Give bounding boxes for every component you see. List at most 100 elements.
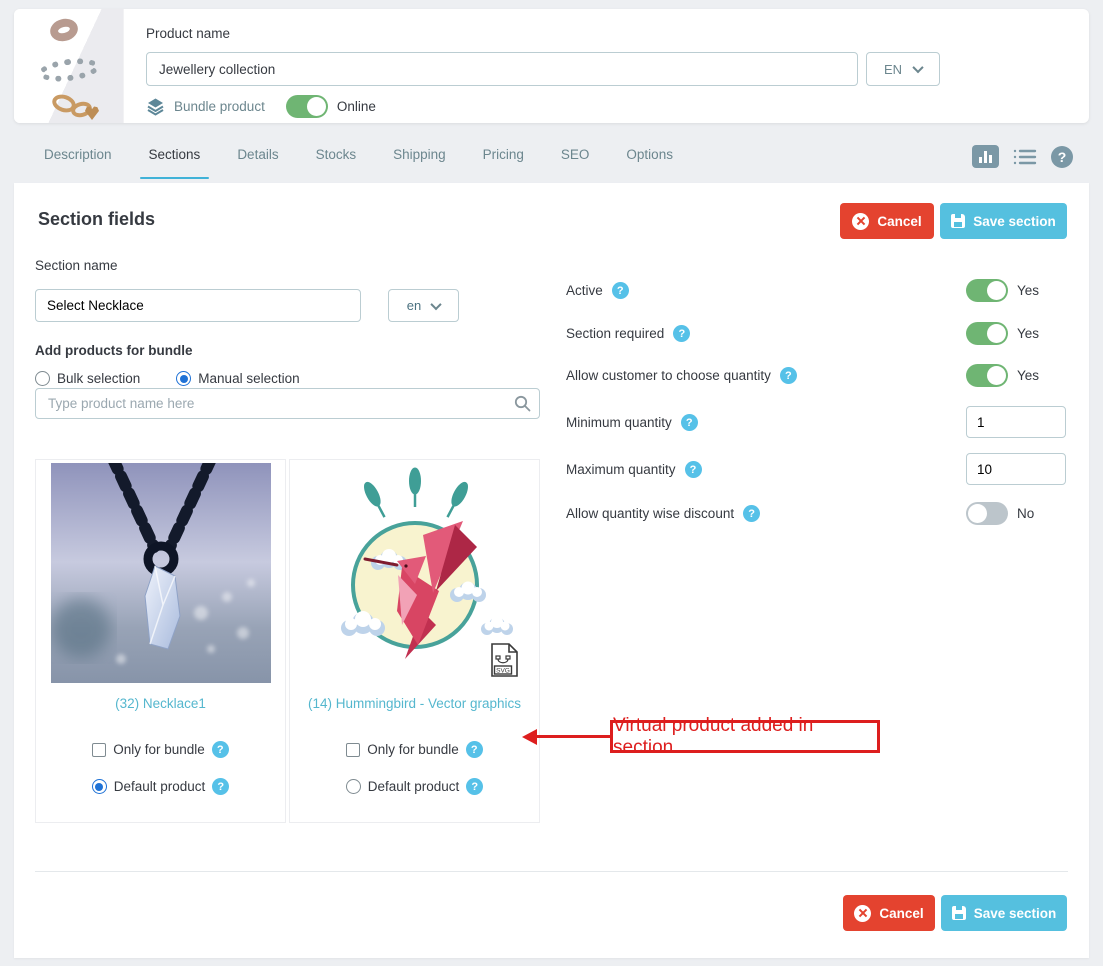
product-name-input[interactable]: [146, 52, 858, 86]
bulk-selection-label: Bulk selection: [57, 371, 141, 386]
manual-selection-option[interactable]: Manual selection: [176, 371, 300, 386]
product-card-hummingbird: SVG (14) Hummingbird - Vector graphics O…: [289, 459, 540, 823]
maximum-quantity-input[interactable]: [966, 453, 1066, 485]
product-header: Product name EN Bundle product Online: [14, 9, 1089, 123]
toggle-knob: [987, 324, 1006, 343]
online-toggle[interactable]: [285, 94, 328, 118]
bracelet-image: [36, 55, 102, 85]
setting-minimum-quantity: Minimum quantity: [566, 406, 1067, 438]
default-product-radio[interactable]: [345, 779, 361, 794]
product-search: [35, 388, 540, 419]
only-for-bundle-label: Only for bundle: [367, 742, 459, 757]
bulk-selection-option[interactable]: Bulk selection: [35, 371, 140, 386]
tab-shipping[interactable]: Shipping: [393, 139, 446, 179]
only-for-bundle-checkbox[interactable]: [346, 742, 361, 757]
annotation-arrow-line: [536, 735, 613, 738]
section-name-input[interactable]: [35, 289, 361, 322]
svg-badge-text: SVG: [496, 668, 510, 675]
help-icon[interactable]: [211, 741, 229, 758]
bar-chart-icon[interactable]: [972, 145, 999, 168]
help-icon[interactable]: [673, 325, 691, 342]
help-icon[interactable]: [779, 367, 797, 384]
help-icon[interactable]: [212, 778, 230, 795]
language-selector[interactable]: EN: [866, 52, 940, 86]
allow-choose-quantity-toggle[interactable]: [966, 364, 1008, 387]
default-product-label: Default product: [367, 779, 460, 794]
active-value: Yes: [1017, 283, 1040, 298]
allow-quantity-discount-label: Allow quantity wise discount: [566, 506, 735, 521]
bundle-layers-icon: [147, 98, 164, 116]
toggle-knob: [306, 96, 326, 116]
tab-options[interactable]: Options: [626, 139, 673, 179]
save-icon: [951, 214, 966, 228]
section-language-value: en: [406, 298, 422, 313]
save-icon: [951, 906, 966, 920]
only-for-bundle-label: Only for bundle: [113, 742, 205, 757]
active-toggle[interactable]: [966, 279, 1008, 302]
cancel-button[interactable]: Cancel: [840, 203, 934, 239]
product-search-input[interactable]: [35, 388, 540, 419]
bar: [979, 157, 982, 163]
save-section-button-bottom[interactable]: Save section: [941, 895, 1067, 931]
toggle-knob: [987, 281, 1006, 300]
section-required-label: Section required: [566, 326, 665, 341]
tab-description[interactable]: Description: [44, 139, 112, 179]
hummingbird-product-image[interactable]: SVG: [304, 463, 525, 683]
help-icon[interactable]: [680, 414, 698, 431]
save-label: Save section: [973, 213, 1056, 229]
section-language-selector[interactable]: en: [388, 289, 459, 322]
annotation-arrow-head: [522, 729, 537, 745]
help-icon[interactable]: [1051, 145, 1073, 168]
toggle-knob: [968, 504, 987, 523]
help-icon[interactable]: [684, 461, 702, 478]
selection-mode-radios: Bulk selection Manual selection: [35, 371, 300, 386]
help-icon[interactable]: [611, 282, 629, 299]
bar: [989, 155, 992, 163]
radio-unselected[interactable]: [35, 371, 50, 386]
minimum-quantity-input[interactable]: [966, 406, 1066, 438]
cancel-label: Cancel: [879, 905, 924, 921]
product-link[interactable]: (32) Necklace1: [36, 696, 285, 711]
necklace-product-image[interactable]: [50, 463, 271, 683]
page-title: Section fields: [38, 209, 156, 229]
setting-section-required: Section required Yes: [566, 322, 1067, 345]
ring-image: [47, 15, 81, 45]
online-status-label: Online: [336, 98, 376, 114]
save-label: Save section: [973, 905, 1057, 921]
section-required-value: Yes: [1017, 326, 1040, 341]
cancel-icon: [852, 212, 870, 230]
only-for-bundle-row: Only for bundle: [290, 741, 539, 758]
tab-details[interactable]: Details: [237, 139, 278, 179]
help-icon[interactable]: [466, 778, 484, 795]
help-icon[interactable]: [743, 505, 761, 522]
section-required-toggle[interactable]: [966, 322, 1008, 345]
bar: [984, 151, 987, 163]
tab-pricing[interactable]: Pricing: [483, 139, 524, 179]
tab-sections[interactable]: Sections: [139, 139, 210, 179]
product-thumbnail: [14, 9, 124, 123]
tab-seo[interactable]: SEO: [561, 139, 590, 179]
radio-selected[interactable]: [176, 371, 192, 386]
only-for-bundle-row: Only for bundle: [36, 741, 285, 758]
cancel-button-bottom[interactable]: Cancel: [843, 895, 935, 931]
product-link[interactable]: (14) Hummingbird - Vector graphics: [290, 696, 539, 711]
save-section-button[interactable]: Save section: [940, 203, 1067, 239]
only-for-bundle-checkbox[interactable]: [92, 742, 107, 757]
help-icon[interactable]: [465, 741, 483, 758]
maximum-quantity-label: Maximum quantity: [566, 462, 676, 477]
allow-quantity-discount-value: No: [1017, 506, 1035, 521]
default-product-radio[interactable]: [91, 779, 107, 794]
product-name-label: Product name: [146, 26, 231, 41]
divider: [35, 871, 1068, 872]
product-type-label: Bundle product: [174, 98, 265, 114]
allow-quantity-discount-toggle[interactable]: [966, 502, 1008, 525]
search-icon: [514, 395, 531, 412]
tab-stocks[interactable]: Stocks: [316, 139, 357, 179]
setting-maximum-quantity: Maximum quantity: [566, 453, 1067, 485]
svg-file-icon: SVG: [490, 643, 518, 677]
setting-allow-choose-quantity: Allow customer to choose quantity Yes: [566, 364, 1067, 387]
product-card-necklace: (32) Necklace1 Only for bundle Default p…: [35, 459, 286, 823]
list-icon[interactable]: [1013, 148, 1037, 166]
setting-allow-quantity-discount: Allow quantity wise discount No: [566, 502, 1067, 525]
active-label: Active: [566, 283, 603, 298]
